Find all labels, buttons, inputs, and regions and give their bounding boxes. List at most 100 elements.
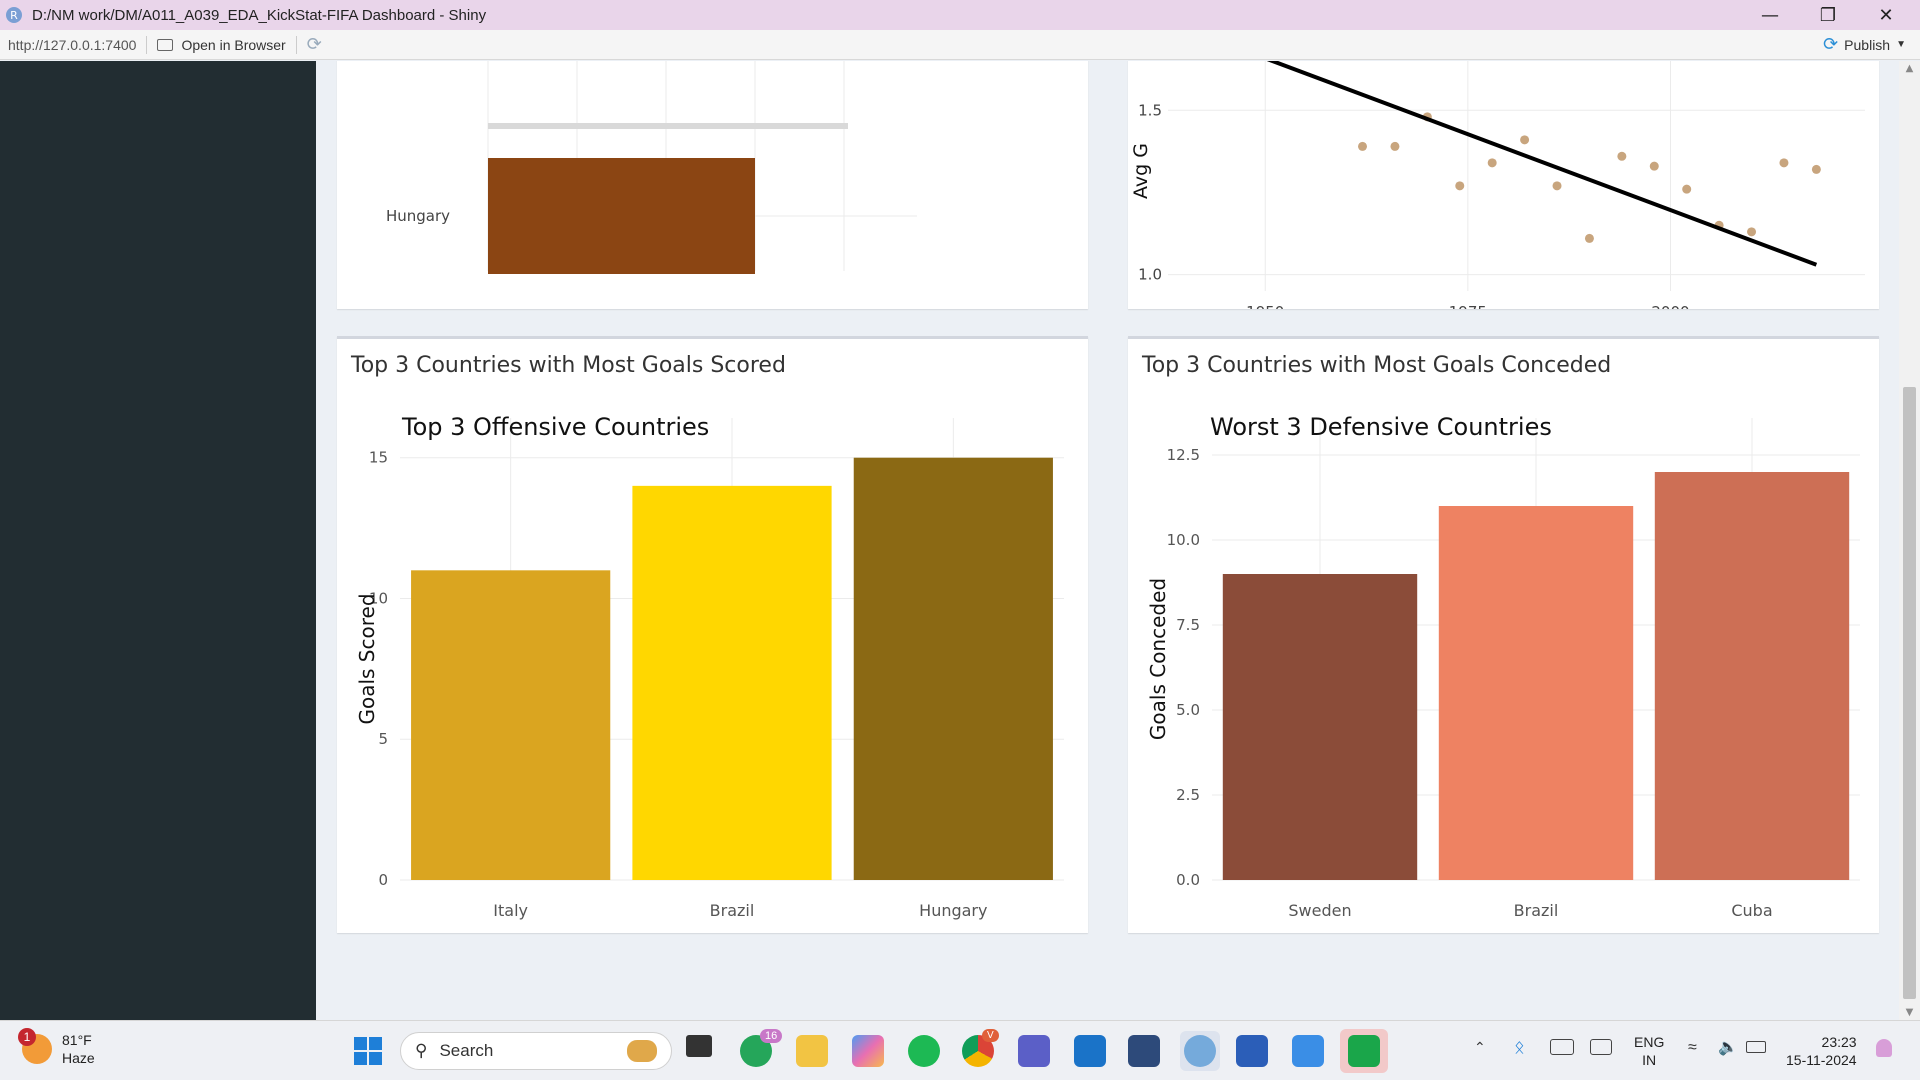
outlook-icon: [1074, 1035, 1106, 1067]
y-tick-label: 10.0: [1167, 531, 1200, 549]
refresh-icon[interactable]: ⟳: [307, 34, 322, 55]
open-window-icon: [157, 38, 174, 51]
x-tick-label: 1975: [1449, 303, 1487, 309]
data-point: [1811, 164, 1821, 174]
y-axis-label: Goals Conceded: [1146, 578, 1170, 740]
rstudio-icon: R: [6, 7, 22, 23]
chart-title: Worst 3 Defensive Countries: [1210, 413, 1552, 441]
clock[interactable]: 23:23 15-11-2024: [1786, 1033, 1857, 1069]
photos-icon: [1292, 1035, 1324, 1067]
bar-brazil: [632, 485, 832, 880]
windows-icon: [354, 1037, 382, 1065]
bar-hungary: [488, 158, 755, 274]
data-point: [1617, 151, 1627, 161]
page-scrollbar[interactable]: ▲ ▼: [1899, 61, 1920, 1020]
y-tick-label: 15: [369, 449, 388, 467]
goals-scored-box: Italy Brazil Hungary 0 5 10 15 Top 3 Offensive …: [337, 336, 1088, 933]
weather-temp: 81°F: [62, 1032, 92, 1048]
spotify-button[interactable]: [908, 1035, 940, 1067]
teams-button[interactable]: [1018, 1035, 1050, 1067]
language-indicator[interactable]: ENG IN: [1634, 1033, 1664, 1069]
x-tick-label: 0: [479, 307, 497, 309]
goals-scored-chart: Italy Brazil Hungary051015Top 3 Offensive …: [355, 413, 1064, 933]
snipping-button[interactable]: [1128, 1035, 1160, 1067]
y-tick-label: 5.0: [1176, 701, 1200, 719]
x-tick-label: Hungary: [919, 901, 987, 920]
notification-bell-icon[interactable]: [1876, 1039, 1892, 1057]
download-icon: [1348, 1035, 1380, 1067]
scroll-down-icon[interactable]: ▼: [1899, 1007, 1920, 1018]
rstudio-taskbar-button[interactable]: [1180, 1031, 1220, 1071]
chrome-profile-badge: V: [982, 1029, 999, 1042]
y-tick-label: 12.5: [1167, 446, 1200, 464]
data-point: [1584, 233, 1594, 243]
data-point: [1358, 141, 1368, 151]
goals-conceded-box-title: Top 3 Countries with Most Goals Conceded: [1142, 353, 1612, 378]
weather-desc: Haze: [62, 1050, 95, 1066]
chart-title: Top 3 Offensive Countries: [401, 413, 709, 441]
copilot-button[interactable]: [852, 1035, 884, 1067]
data-point: [1682, 184, 1692, 194]
search-placeholder: Search: [439, 1041, 494, 1060]
weather-badge: 1: [18, 1028, 36, 1046]
copilot-icon: [852, 1035, 884, 1067]
x-tick-label: Brazil: [710, 901, 755, 920]
clock-date: 15-11-2024: [1786, 1052, 1857, 1068]
y-tick-label: 5: [378, 730, 388, 748]
chevron-down-icon: ▼: [1896, 39, 1906, 50]
open-in-browser-button[interactable]: Open in Browser: [157, 36, 286, 53]
start-button[interactable]: [350, 1033, 386, 1069]
spotify-icon: [908, 1035, 940, 1067]
display-icon[interactable]: [1590, 1039, 1612, 1055]
word-icon: [1236, 1035, 1268, 1067]
battery-icon[interactable]: [1746, 1041, 1766, 1053]
window-title: D:/NM work/DM/A011_A039_EDA_KickStat-FIF…: [32, 6, 487, 24]
tray-overflow-icon[interactable]: ⌃: [1474, 1039, 1486, 1056]
volume-icon[interactable]: 🔈: [1718, 1037, 1738, 1056]
outlook-button[interactable]: [1074, 1035, 1106, 1067]
bar-italy: [411, 570, 611, 880]
goals-conceded-box: Sweden Brazil Cuba 0.0 2.5 5.0 7.5 10.0 12.5 Wors…: [1128, 336, 1879, 933]
x-tick-label: 2: [568, 307, 586, 309]
search-highlight-icon: [627, 1040, 657, 1062]
scrollbar-thumb[interactable]: [1903, 387, 1916, 999]
weather-widget[interactable]: 1 81°F Haze: [18, 1028, 95, 1067]
data-point: [1455, 181, 1465, 191]
x-tick-label: Cuba: [1731, 901, 1772, 920]
toolbar-divider: [146, 35, 148, 54]
x-tick-label: Sweden: [1288, 901, 1351, 920]
chrome-button[interactable]: V: [962, 1029, 999, 1067]
close-button[interactable]: ✕: [1858, 0, 1914, 30]
word-button[interactable]: [1236, 1035, 1268, 1067]
wifi-icon[interactable]: ≈: [1688, 1039, 1697, 1057]
keyboard-icon[interactable]: [1550, 1039, 1574, 1055]
x-axis-label: Team: [1509, 929, 1563, 933]
toolbar-divider: [295, 35, 297, 54]
x-tick-label: 4: [657, 307, 675, 309]
bluetooth-icon[interactable]: ᛟ: [1514, 1037, 1525, 1058]
file-explorer-button[interactable]: [796, 1035, 828, 1067]
folder-icon: [796, 1035, 828, 1067]
publish-button[interactable]: ⟳ Publish ▼: [1823, 34, 1906, 55]
url-field[interactable]: http://127.0.0.1:7400: [0, 37, 136, 53]
open-in-browser-label: Open in Browser: [181, 36, 286, 53]
x-tick-label: 8: [835, 307, 853, 309]
category-label: Hungary: [386, 207, 450, 225]
scroll-up-icon[interactable]: ▲: [1899, 63, 1920, 74]
taskview-button[interactable]: [686, 1035, 712, 1057]
points-box: Hungary02468Points: [337, 61, 1088, 309]
restore-button[interactable]: ❐: [1800, 0, 1856, 30]
minimize-button[interactable]: —: [1742, 0, 1798, 30]
region-code: IN: [1642, 1052, 1657, 1068]
y-axis-label: Avg G: [1130, 143, 1152, 199]
taskbar-search[interactable]: ⚲ Search: [400, 1032, 672, 1070]
bar-sweden: [1222, 574, 1418, 880]
downloader-button[interactable]: [1340, 1029, 1388, 1073]
trend-box: 1.01.5195019752000Avg GYear: [1128, 61, 1879, 309]
clock-time: 23:23: [1821, 1034, 1857, 1050]
bar-cuba: [1654, 472, 1850, 880]
trend-line: [1266, 61, 1818, 267]
photos-button[interactable]: [1292, 1035, 1324, 1067]
x-tick-label: Brazil: [1514, 901, 1559, 920]
whatsapp-button[interactable]: 16: [740, 1029, 783, 1067]
